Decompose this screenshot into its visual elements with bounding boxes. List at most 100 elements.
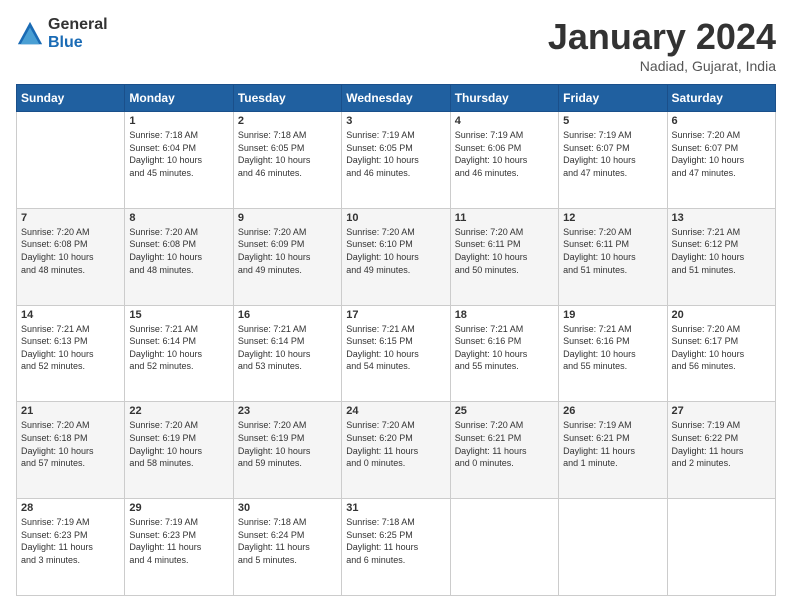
col-tuesday: Tuesday (233, 85, 341, 112)
calendar-cell: 5Sunrise: 7:19 AM Sunset: 6:07 PM Daylig… (559, 112, 667, 209)
logo: General Blue (16, 16, 108, 52)
day-info: Sunrise: 7:20 AM Sunset: 6:08 PM Dayligh… (129, 226, 228, 276)
day-info: Sunrise: 7:20 AM Sunset: 6:21 PM Dayligh… (455, 419, 554, 469)
logo-general: General (48, 16, 108, 33)
day-info: Sunrise: 7:19 AM Sunset: 6:21 PM Dayligh… (563, 419, 662, 469)
calendar-cell: 12Sunrise: 7:20 AM Sunset: 6:11 PM Dayli… (559, 208, 667, 305)
day-info: Sunrise: 7:20 AM Sunset: 6:19 PM Dayligh… (238, 419, 337, 469)
day-number: 7 (21, 212, 120, 224)
day-info: Sunrise: 7:21 AM Sunset: 6:16 PM Dayligh… (455, 323, 554, 373)
calendar-header-row: Sunday Monday Tuesday Wednesday Thursday… (17, 85, 776, 112)
calendar-cell: 16Sunrise: 7:21 AM Sunset: 6:14 PM Dayli… (233, 305, 341, 402)
day-info: Sunrise: 7:18 AM Sunset: 6:25 PM Dayligh… (346, 516, 445, 566)
day-info: Sunrise: 7:21 AM Sunset: 6:13 PM Dayligh… (21, 323, 120, 373)
day-number: 15 (129, 309, 228, 321)
calendar-cell: 27 Sunrise: 7:19 AM Sunset: 6:22 PM Dayli… (667, 402, 775, 499)
day-number: 18 (455, 309, 554, 321)
calendar-cell (17, 112, 125, 209)
calendar-cell (450, 499, 558, 596)
day-number: 26 (563, 405, 662, 417)
header: General Blue January 2024 Nadiad, Gujara… (16, 16, 776, 74)
day-number: 17 (346, 309, 445, 321)
calendar-week-3: 14 Sunrise: 7:21 AM Sunset: 6:13 PM Dayli… (17, 305, 776, 402)
day-info: Sunrise: 7:19 AM Sunset: 6:06 PM Dayligh… (455, 129, 554, 179)
col-wednesday: Wednesday (342, 85, 450, 112)
title-block: January 2024 Nadiad, Gujarat, India (548, 16, 776, 74)
calendar-body: 1 Sunrise: 7:18 AM Sunset: 6:04 PM Daylig… (17, 112, 776, 596)
day-info: Sunrise: 7:20 AM Sunset: 6:08 PM Dayligh… (21, 226, 120, 276)
day-number: 3 (346, 115, 445, 127)
calendar-cell (667, 499, 775, 596)
day-number: 28 (21, 502, 120, 514)
calendar-cell: 30Sunrise: 7:18 AM Sunset: 6:24 PM Dayli… (233, 499, 341, 596)
day-number: 25 (455, 405, 554, 417)
col-thursday: Thursday (450, 85, 558, 112)
day-info: Sunrise: 7:21 AM Sunset: 6:16 PM Dayligh… (563, 323, 662, 373)
calendar-week-1: 1 Sunrise: 7:18 AM Sunset: 6:04 PM Daylig… (17, 112, 776, 209)
day-number: 11 (455, 212, 554, 224)
day-number: 2 (238, 115, 337, 127)
col-monday: Monday (125, 85, 233, 112)
day-info: Sunrise: 7:20 AM Sunset: 6:10 PM Dayligh… (346, 226, 445, 276)
logo-text: General Blue (48, 16, 108, 52)
calendar-cell: 29Sunrise: 7:19 AM Sunset: 6:23 PM Dayli… (125, 499, 233, 596)
day-number: 10 (346, 212, 445, 224)
calendar-cell: 21 Sunrise: 7:20 AM Sunset: 6:18 PM Dayli… (17, 402, 125, 499)
page: General Blue January 2024 Nadiad, Gujara… (0, 0, 792, 612)
calendar-week-4: 21 Sunrise: 7:20 AM Sunset: 6:18 PM Dayli… (17, 402, 776, 499)
day-info: Sunrise: 7:20 AM Sunset: 6:19 PM Dayligh… (129, 419, 228, 469)
calendar-table: Sunday Monday Tuesday Wednesday Thursday… (16, 84, 776, 596)
day-number: 1 (129, 115, 228, 127)
day-number: 12 (563, 212, 662, 224)
logo-icon (16, 20, 44, 48)
day-info: Sunrise: 7:20 AM Sunset: 6:17 PM Dayligh… (672, 323, 771, 373)
calendar-cell: 1 Sunrise: 7:18 AM Sunset: 6:04 PM Daylig… (125, 112, 233, 209)
location: Nadiad, Gujarat, India (548, 58, 776, 74)
day-number: 19 (563, 309, 662, 321)
month-title: January 2024 (548, 16, 776, 58)
calendar-week-5: 28 Sunrise: 7:19 AM Sunset: 6:23 PM Dayli… (17, 499, 776, 596)
calendar-cell: 15 Sunrise: 7:21 AM Sunset: 6:14 PM Dayli… (125, 305, 233, 402)
calendar-cell: 14 Sunrise: 7:21 AM Sunset: 6:13 PM Dayli… (17, 305, 125, 402)
calendar-cell: 25 Sunrise: 7:20 AM Sunset: 6:21 PM Dayli… (450, 402, 558, 499)
calendar-cell: 6Sunrise: 7:20 AM Sunset: 6:07 PM Daylig… (667, 112, 775, 209)
logo-blue: Blue (48, 34, 83, 51)
day-number: 29 (129, 502, 228, 514)
day-info: Sunrise: 7:18 AM Sunset: 6:04 PM Dayligh… (129, 129, 228, 179)
calendar-cell: 22Sunrise: 7:20 AM Sunset: 6:19 PM Dayli… (125, 402, 233, 499)
calendar-cell: 3Sunrise: 7:19 AM Sunset: 6:05 PM Daylig… (342, 112, 450, 209)
calendar-cell: 9 Sunrise: 7:20 AM Sunset: 6:09 PM Daylig… (233, 208, 341, 305)
day-number: 27 (672, 405, 771, 417)
day-info: Sunrise: 7:20 AM Sunset: 6:18 PM Dayligh… (21, 419, 120, 469)
day-number: 8 (129, 212, 228, 224)
col-saturday: Saturday (667, 85, 775, 112)
day-number: 14 (21, 309, 120, 321)
day-info: Sunrise: 7:20 AM Sunset: 6:11 PM Dayligh… (455, 226, 554, 276)
calendar-cell: 2Sunrise: 7:18 AM Sunset: 6:05 PM Daylig… (233, 112, 341, 209)
calendar-cell: 10 Sunrise: 7:20 AM Sunset: 6:10 PM Dayli… (342, 208, 450, 305)
calendar-cell: 4Sunrise: 7:19 AM Sunset: 6:06 PM Daylig… (450, 112, 558, 209)
day-info: Sunrise: 7:20 AM Sunset: 6:20 PM Dayligh… (346, 419, 445, 469)
col-sunday: Sunday (17, 85, 125, 112)
calendar-cell: 7 Sunrise: 7:20 AM Sunset: 6:08 PM Daylig… (17, 208, 125, 305)
day-number: 6 (672, 115, 771, 127)
day-number: 24 (346, 405, 445, 417)
day-number: 9 (238, 212, 337, 224)
calendar-cell: 18 Sunrise: 7:21 AM Sunset: 6:16 PM Dayli… (450, 305, 558, 402)
day-info: Sunrise: 7:20 AM Sunset: 6:09 PM Dayligh… (238, 226, 337, 276)
day-info: Sunrise: 7:21 AM Sunset: 6:14 PM Dayligh… (129, 323, 228, 373)
day-info: Sunrise: 7:18 AM Sunset: 6:24 PM Dayligh… (238, 516, 337, 566)
calendar-cell: 23Sunrise: 7:20 AM Sunset: 6:19 PM Dayli… (233, 402, 341, 499)
day-info: Sunrise: 7:19 AM Sunset: 6:07 PM Dayligh… (563, 129, 662, 179)
calendar-cell: 31Sunrise: 7:18 AM Sunset: 6:25 PM Dayli… (342, 499, 450, 596)
calendar-cell: 13 Sunrise: 7:21 AM Sunset: 6:12 PM Dayli… (667, 208, 775, 305)
day-info: Sunrise: 7:19 AM Sunset: 6:22 PM Dayligh… (672, 419, 771, 469)
calendar-week-2: 7 Sunrise: 7:20 AM Sunset: 6:08 PM Daylig… (17, 208, 776, 305)
day-info: Sunrise: 7:21 AM Sunset: 6:12 PM Dayligh… (672, 226, 771, 276)
day-number: 13 (672, 212, 771, 224)
calendar-cell: 11 Sunrise: 7:20 AM Sunset: 6:11 PM Dayli… (450, 208, 558, 305)
day-number: 21 (21, 405, 120, 417)
calendar-cell: 19 Sunrise: 7:21 AM Sunset: 6:16 PM Dayli… (559, 305, 667, 402)
day-info: Sunrise: 7:19 AM Sunset: 6:23 PM Dayligh… (21, 516, 120, 566)
calendar-cell: 8 Sunrise: 7:20 AM Sunset: 6:08 PM Daylig… (125, 208, 233, 305)
